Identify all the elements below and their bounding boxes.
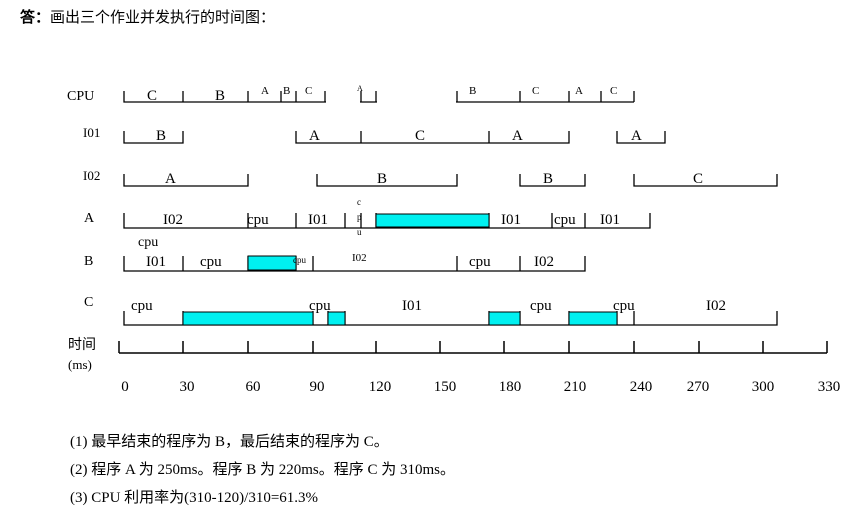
a-seg-1: I02 — [163, 212, 183, 228]
io1-seg-5: A — [631, 128, 642, 144]
row-label-cpu: CPU — [67, 89, 94, 104]
tick-label: 330 — [818, 379, 841, 395]
tick-label: 120 — [369, 379, 392, 395]
b-seg-1: I01 — [146, 254, 166, 270]
tick-label: 0 — [121, 379, 129, 395]
tick-label: 60 — [246, 379, 261, 395]
c-seg-4: cpu — [530, 298, 552, 314]
answer-3: (3) CPU 利用率为(310-120)/310=61.3% — [70, 490, 319, 506]
b-seg-4: I02 — [352, 252, 367, 264]
io1-seg-3: C — [415, 128, 425, 144]
cpu-seg-5: C — [305, 85, 312, 97]
a-seg-6: cpu — [554, 212, 576, 228]
tick-label: 150 — [434, 379, 457, 395]
c-seg-2: cpu — [309, 298, 331, 314]
answer-1: (1) 最早结束的程序为 B，最后结束的程序为 C。 — [70, 434, 389, 450]
io1-seg-1: B — [156, 128, 166, 144]
cpu-seg-6: A — [357, 84, 363, 93]
tick-label: 210 — [564, 379, 587, 395]
wait-bar-c-3 — [488, 311, 521, 326]
tick-label: 300 — [752, 379, 775, 395]
row-label-a: A — [84, 211, 95, 226]
tick-label: 30 — [180, 379, 195, 395]
row-label-io2: I02 — [83, 168, 100, 183]
cpu-seg-8: C — [532, 85, 539, 97]
row-label-b: B — [84, 254, 93, 269]
cpu-seg-10: C — [610, 85, 617, 97]
tick-label: 90 — [310, 379, 325, 395]
time-label: 时间 — [68, 337, 96, 353]
io1-seg-2: A — [309, 128, 320, 144]
a-seg-4a: c — [357, 197, 361, 207]
c-seg-5: cpu — [613, 298, 635, 314]
wait-bar-b-1 — [247, 255, 297, 271]
cpu-seg-1: C — [147, 88, 157, 104]
tick-label: 240 — [630, 379, 653, 395]
answers-list: (1) 最早结束的程序为 B，最后结束的程序为 C。 (2) 程序 A 为 25… — [70, 428, 455, 512]
io1-seg-4: A — [512, 128, 523, 144]
row-label-io1: I01 — [83, 125, 100, 140]
cpu-seg-4: B — [283, 85, 290, 97]
row-label-c: C — [84, 295, 93, 310]
io2-seg-3: B — [543, 171, 553, 187]
io2-seg-4: C — [693, 171, 703, 187]
io2-seg-1: A — [165, 171, 176, 187]
b-seg-above: cpu — [138, 235, 158, 250]
b-seg-5: cpu — [469, 254, 491, 270]
tick-label: 270 — [687, 379, 710, 395]
b-seg-3: cpu — [293, 255, 306, 265]
a-seg-3: I01 — [308, 212, 328, 228]
answer-2: (2) 程序 A 为 250ms。程序 B 为 220ms。程序 C 为 310… — [70, 462, 456, 478]
io2-seg-2: B — [377, 171, 387, 187]
wait-bar-c-4 — [568, 311, 618, 326]
a-seg-7: I01 — [600, 212, 620, 228]
b-seg-2: cpu — [200, 254, 222, 270]
cpu-seg-9: A — [575, 85, 583, 97]
wait-bar-c-1 — [182, 311, 314, 326]
c-seg-6: I02 — [706, 298, 726, 314]
time-unit-label: (ms) — [68, 357, 92, 372]
a-seg-5: I01 — [501, 212, 521, 228]
time-axis — [118, 341, 828, 354]
a-seg-4c: u — [357, 227, 362, 237]
a-seg-4b: p — [357, 212, 362, 222]
wait-bar-a-1 — [375, 213, 490, 228]
cpu-seg-3: A — [261, 85, 269, 97]
c-seg-3: I01 — [402, 298, 422, 314]
cpu-seg-2: B — [215, 88, 225, 104]
b-seg-6: I02 — [534, 254, 554, 270]
tick-label: 180 — [499, 379, 522, 395]
timing-diagram: CPU I01 I02 A B C 时间 (ms) C B A B C A B … — [67, 84, 841, 395]
a-seg-2: cpu — [247, 212, 269, 228]
c-seg-1: cpu — [131, 298, 153, 314]
cpu-seg-7: B — [469, 85, 476, 97]
